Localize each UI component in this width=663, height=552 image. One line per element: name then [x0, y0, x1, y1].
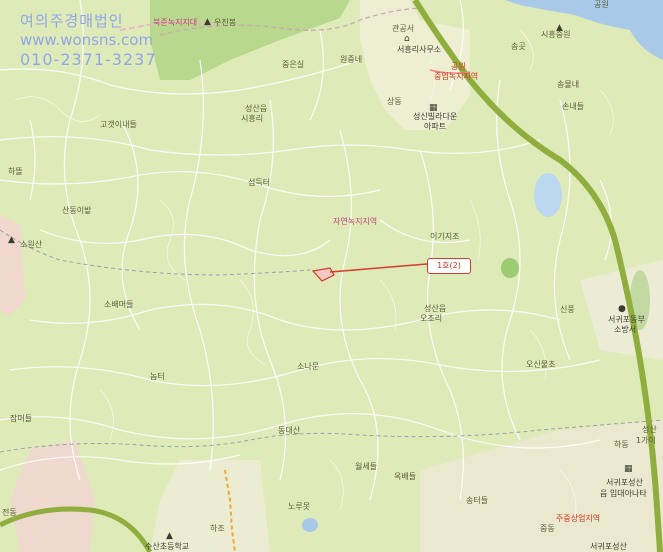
label-bottom-school: 수산초등학교	[145, 542, 190, 551]
label-seongsin-apt2: 아파트	[424, 122, 447, 131]
label-gogaenae: 고갯이내들	[100, 120, 137, 129]
label-jaeteul: 잠머들	[10, 414, 33, 423]
building-icon: ▦	[624, 464, 633, 474]
label-wolsan: 원중네	[340, 55, 363, 64]
subject-marker-label[interactable]: 1호(2)	[427, 258, 471, 274]
label-igi: 이기지조	[430, 232, 460, 241]
label-jungdong: 중동	[540, 524, 555, 533]
label-seongsaneup1: 성산읍	[245, 104, 268, 113]
mountain-icon: ▲	[204, 17, 211, 27]
label-seongsin-apt1: 성신빌라다운	[413, 112, 458, 121]
label-top-center-mark: 관공서	[392, 24, 415, 33]
label-bottom-right: 서귀포성산	[590, 542, 627, 551]
label-okbyeong: 옥배들	[394, 472, 417, 481]
label-right-school2: 소방서	[614, 325, 637, 334]
label-right-sangsan: 성산	[642, 425, 657, 434]
label-sinpung: 신풍	[560, 305, 575, 314]
school-icon: ▲	[166, 531, 173, 541]
label-dongdaesan: 동대산	[278, 426, 301, 435]
label-office: 서흥리사무소	[397, 45, 442, 54]
watermark-website: www.wonsns.com	[20, 31, 154, 49]
label-top-left-pink: 북준녹지지대	[153, 18, 198, 27]
label-seongsaneup2: 시흥리	[241, 114, 264, 123]
label-upper-pink: 공원	[451, 62, 466, 71]
label-soyeolsan: 소원산	[20, 240, 43, 249]
label-hajo: 하조	[210, 524, 225, 533]
label-sangdong: 상동	[387, 97, 402, 106]
office-icon: ⌂	[404, 34, 410, 44]
label-osingok: 오신물초	[526, 360, 556, 369]
label-jayeon-green: 자연녹지지역	[333, 217, 378, 226]
label-somaeteul: 소배머들	[104, 300, 134, 309]
label-hadong: 하동	[614, 440, 629, 449]
watermark: 여의주경매법인 www.wonsns.com 010-2371-3237	[20, 12, 157, 69]
label-songgol: 송곳	[511, 42, 526, 51]
label-right-school1: 서귀포동부	[608, 315, 645, 324]
label-bottom-left: 전동	[2, 508, 17, 517]
label-junggeum: 중은실	[282, 60, 305, 69]
fire-station-icon: ●	[618, 304, 626, 314]
small-pond	[302, 518, 318, 532]
label-wolsejeon: 월세들	[355, 462, 378, 471]
watermark-phone: 010-2371-3237	[20, 50, 157, 69]
label-noteul: 놈터	[150, 372, 165, 381]
label-sottleul: 송터들	[466, 496, 489, 505]
label-haktteul: 하뜰	[8, 167, 23, 176]
pond	[534, 173, 562, 217]
label-seogwipo1: 서귀포성산	[606, 478, 643, 487]
label-seogwipo2: 읍 입대아나타	[600, 489, 647, 498]
label-right-1ga: 1가이	[636, 436, 656, 445]
label-seinjungwon: 시흥중원	[541, 30, 571, 39]
map-view[interactable]: ▲ ⌂ ▲ ▦ ▲ ● ▲ ▦ 북준녹지지대 우진봉 중은실 원중네 서흥리사무…	[0, 0, 663, 552]
label-top-right: 공원	[594, 0, 609, 9]
label-right-commerce: 주중상업지역	[556, 514, 601, 523]
label-semdeuk: 섬득터	[248, 178, 271, 187]
label-seongsan-so1: 성산읍	[424, 304, 447, 313]
label-sooryun: 소나문	[297, 362, 320, 371]
mountain-icon: ▲	[8, 235, 15, 245]
label-seongsan-so2: 오조리	[420, 314, 443, 323]
label-sonnet: 손내들	[562, 102, 585, 111]
watermark-name: 여의주경매법인	[20, 12, 124, 30]
label-bonsan: 우진봉	[214, 18, 237, 27]
label-sandongibat: 산동이밭	[62, 206, 92, 215]
label-commerce-green: 중업녹지지역	[434, 72, 479, 81]
label-songmul: 송물내	[557, 80, 580, 89]
label-norutgol: 노루못	[288, 502, 311, 511]
